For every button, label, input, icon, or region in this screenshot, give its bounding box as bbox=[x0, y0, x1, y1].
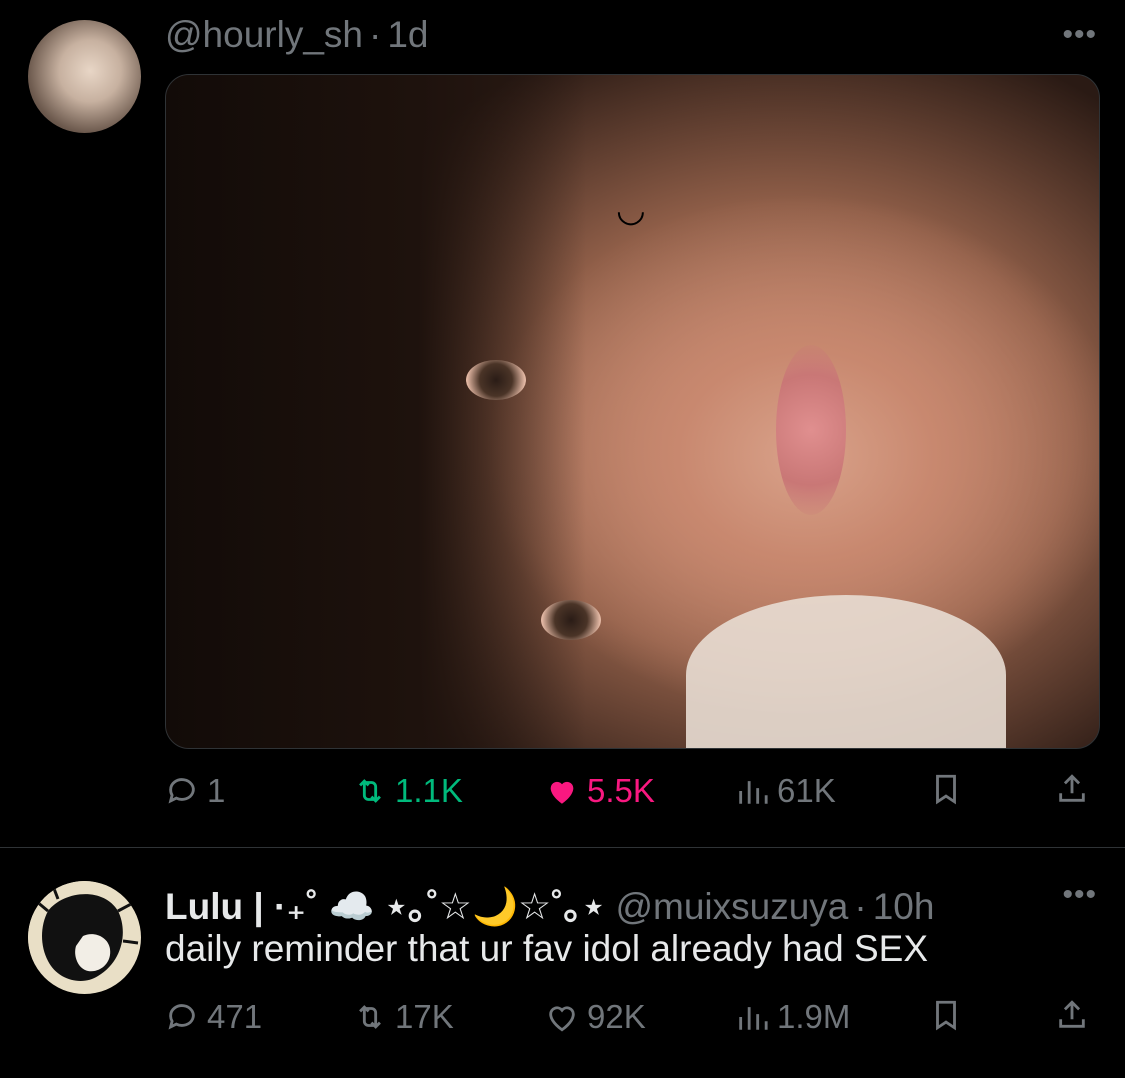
like-count: 5.5K bbox=[587, 772, 655, 809]
share-button[interactable] bbox=[1055, 998, 1089, 1032]
share-icon bbox=[1059, 1000, 1085, 1028]
avatar[interactable] bbox=[28, 881, 141, 994]
reply-button[interactable]: 1 bbox=[165, 772, 225, 810]
media-pillow-region bbox=[686, 595, 1006, 748]
tweet[interactable]: @hourly_sh · 1d ••• ◡ 1 1.1K 5.5K 61K bbox=[0, 0, 1125, 847]
views-count: 1.9M bbox=[777, 998, 851, 1035]
retweet-icon bbox=[359, 779, 381, 803]
more-icon[interactable]: ••• bbox=[1062, 18, 1097, 52]
like-icon bbox=[550, 781, 574, 804]
user-handle[interactable]: @muixsuzuya bbox=[615, 886, 848, 927]
views-button[interactable]: 61K bbox=[735, 772, 836, 810]
views-icon bbox=[739, 781, 768, 804]
media-smile-mark: ◡ bbox=[616, 191, 646, 229]
reply-icon bbox=[168, 1004, 195, 1030]
tweet-text: daily reminder that ur fav idol already … bbox=[165, 928, 929, 969]
tweet-actions: 1 1.1K 5.5K 61K bbox=[165, 772, 1095, 822]
views-button[interactable]: 1.9M bbox=[735, 998, 850, 1036]
views-count: 61K bbox=[777, 772, 836, 809]
like-button[interactable]: 92K bbox=[545, 998, 646, 1036]
bookmark-button[interactable] bbox=[929, 772, 963, 806]
like-button[interactable]: 5.5K bbox=[545, 772, 655, 810]
share-icon bbox=[1059, 774, 1085, 802]
retweet-count: 17K bbox=[395, 998, 454, 1035]
meta-separator: · bbox=[854, 886, 867, 927]
tweet-author-line: Lulu | ·₊˚ ☁️ ⋆｡˚☆🌙☆˚｡⋆ @muixsuzuya · 10h bbox=[165, 876, 934, 930]
views-icon bbox=[739, 1007, 768, 1030]
meta-separator: · bbox=[369, 14, 382, 55]
reply-count: 1 bbox=[207, 772, 226, 809]
tweet-time[interactable]: 10h bbox=[873, 886, 935, 927]
retweet-count: 1.1K bbox=[395, 772, 463, 809]
display-name[interactable]: Lulu | ·₊˚ ☁️ ⋆｡˚☆🌙☆˚｡⋆ bbox=[165, 886, 605, 927]
tweet-actions: 471 17K 92K 1.9M bbox=[165, 998, 1095, 1048]
retweet-button[interactable]: 17K bbox=[353, 998, 454, 1036]
retweet-button[interactable]: 1.1K bbox=[353, 772, 463, 810]
bookmark-icon bbox=[936, 1000, 956, 1031]
reply-icon bbox=[168, 778, 195, 804]
like-icon bbox=[549, 1006, 575, 1032]
retweet-icon bbox=[359, 1005, 381, 1029]
like-count: 92K bbox=[587, 998, 646, 1035]
reply-count: 471 bbox=[207, 998, 263, 1035]
media-eye bbox=[466, 360, 526, 400]
avatar-artwork bbox=[28, 881, 140, 993]
more-icon[interactable]: ••• bbox=[1062, 878, 1097, 912]
reply-button[interactable]: 471 bbox=[165, 998, 262, 1036]
media-hair-region bbox=[166, 75, 586, 748]
bookmark-icon bbox=[936, 774, 956, 805]
avatar[interactable] bbox=[28, 20, 141, 133]
user-handle[interactable]: @hourly_sh bbox=[165, 14, 363, 55]
tweet-time[interactable]: 1d bbox=[387, 14, 428, 55]
media-eye bbox=[541, 600, 601, 640]
media-lips bbox=[776, 345, 846, 515]
tweet-media-image[interactable]: ◡ bbox=[165, 74, 1100, 749]
share-button[interactable] bbox=[1055, 772, 1089, 806]
tweet-meta: @hourly_sh · 1d bbox=[165, 14, 428, 56]
bookmark-button[interactable] bbox=[929, 998, 963, 1032]
